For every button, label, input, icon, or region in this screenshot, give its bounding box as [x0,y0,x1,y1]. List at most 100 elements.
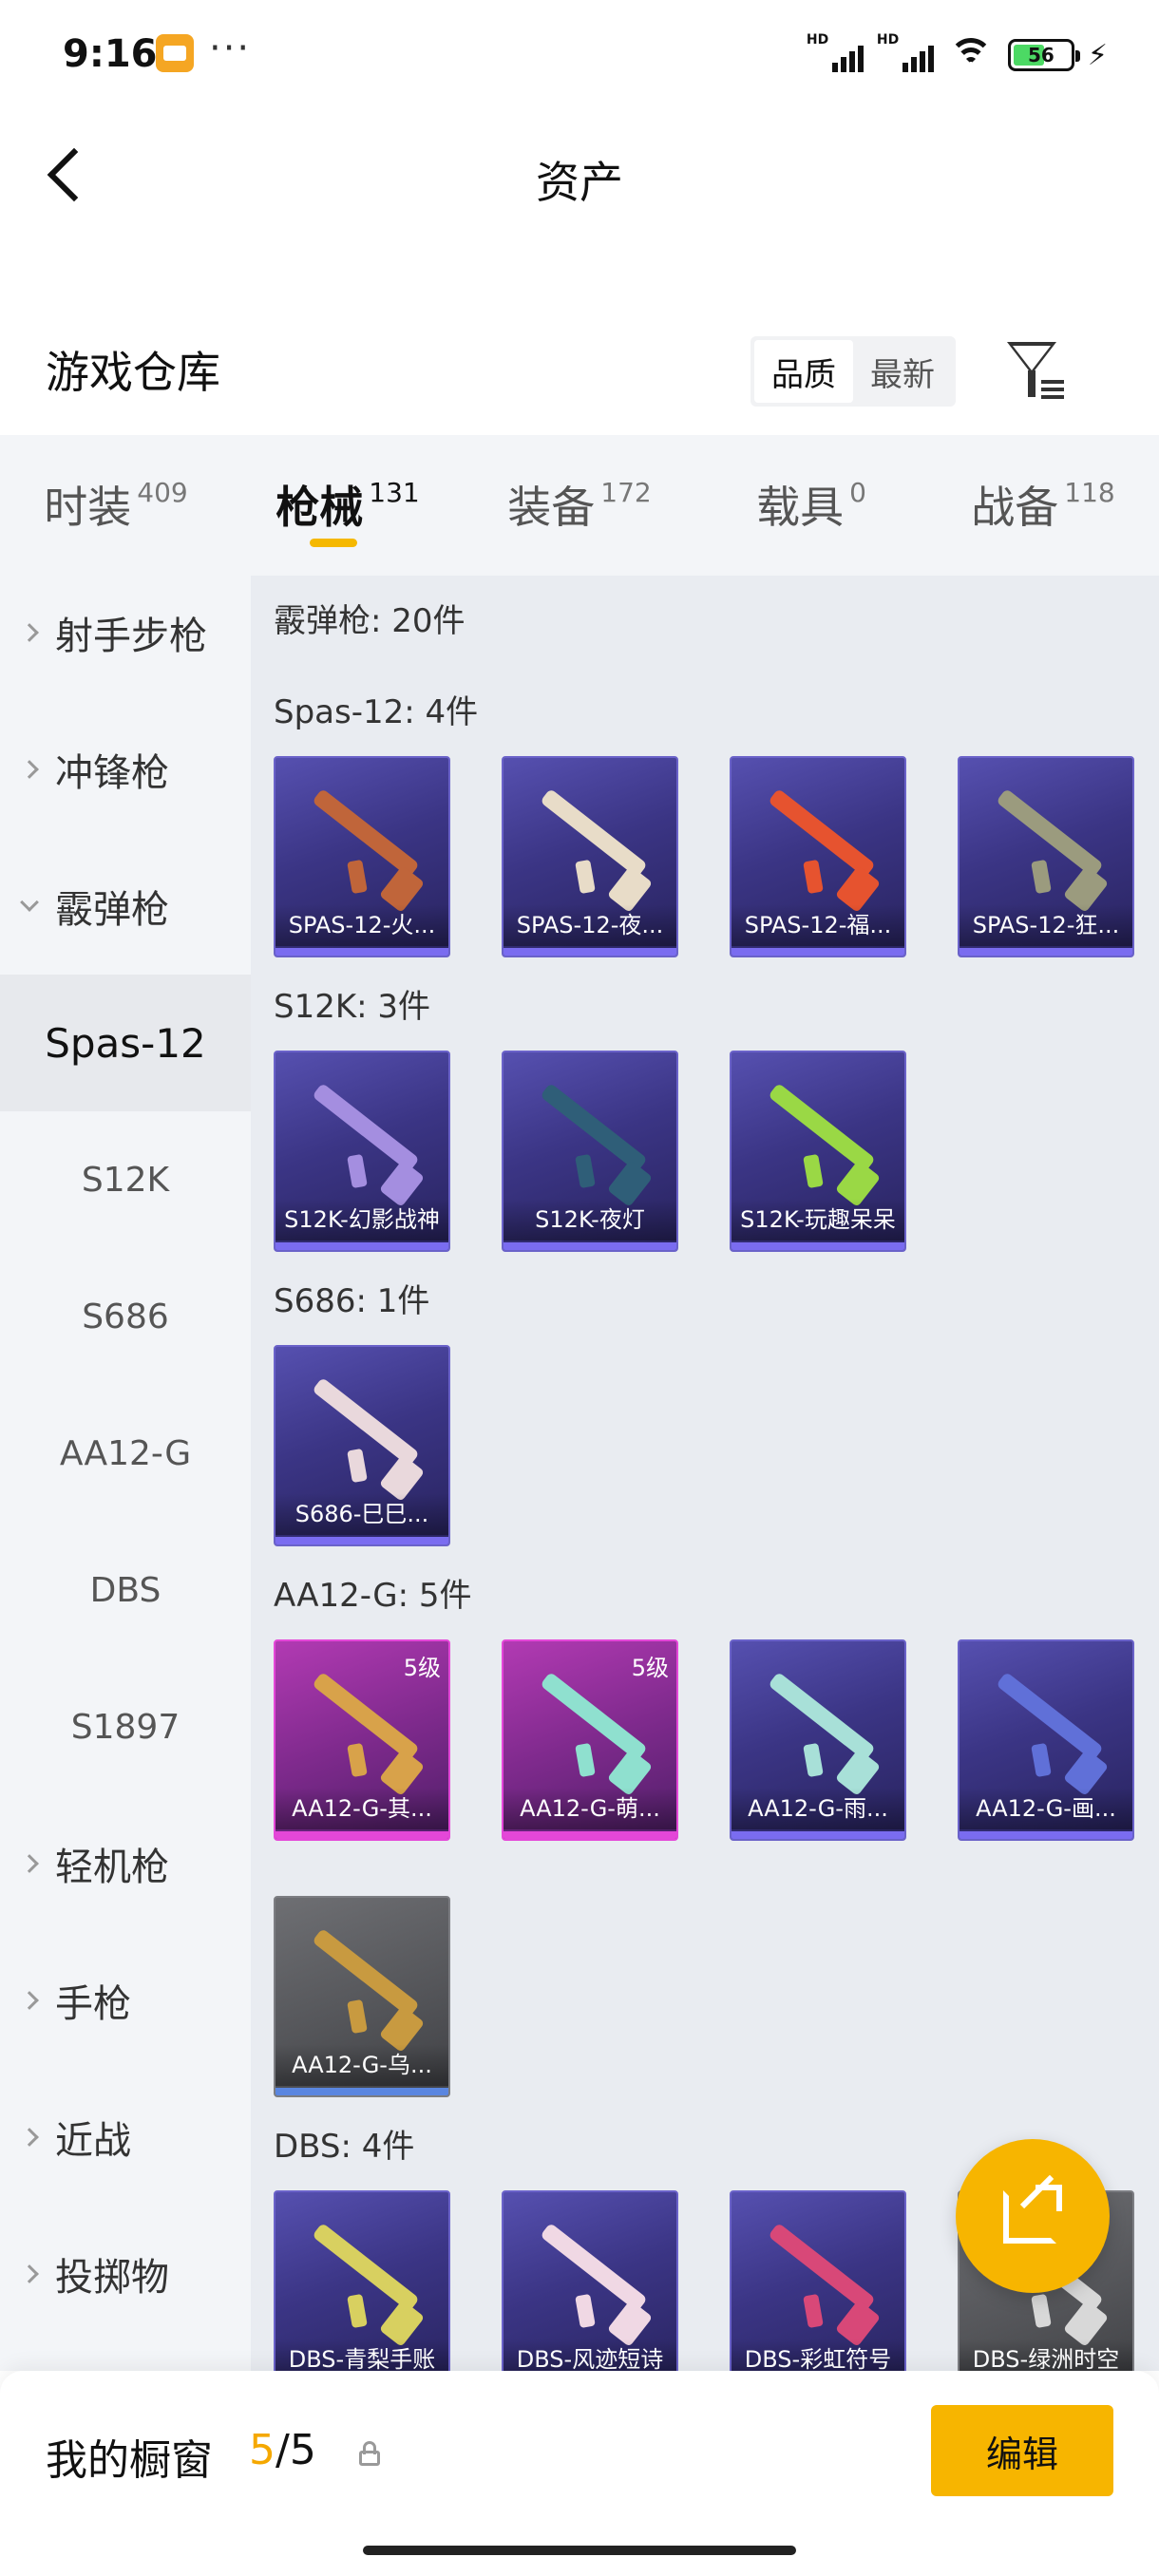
showcase-total: 5 [289,2426,316,2474]
weapon-image [540,2222,648,2313]
tab-count: 131 [369,477,420,508]
weapon-skin-card[interactable]: DBS-彩虹符号 [730,2190,906,2371]
sidebar-item[interactable]: S686 [0,1248,251,1385]
battery-level: 56 [1028,44,1054,66]
weapon-image [312,1927,420,2018]
active-tab-indicator [310,539,357,547]
tab-equipment[interactable]: 装备 172 [464,435,695,576]
more-notifications-icon: ··· [209,27,252,70]
tab-count: 0 [849,477,866,508]
sidebar-item[interactable]: S12K [0,1111,251,1248]
weapon-skin-card[interactable]: AA12-G-雨... [730,1639,906,1841]
weapon-image [312,1082,420,1173]
weapon-skin-name: AA12-G-其... [276,1788,448,1829]
sidebar-item-label: S12K [81,1160,170,1200]
weapon-skin-name: SPAS-12-福... [732,904,904,946]
warehouse-title: 游戏仓库 [46,347,220,398]
sidebar-item[interactable]: 投掷物 [0,2206,251,2342]
sidebar-item[interactable]: 轻机枪 [0,1795,251,1932]
weapon-skin-card[interactable]: AA12-G-画... [958,1639,1134,1841]
sidebar-item-label: S1897 [70,1707,180,1747]
status-bar: 9:16 ··· HD HD 56 ⚡ [0,0,1159,114]
rarity-bar [276,1242,448,1250]
sort-option-newest[interactable]: 最新 [853,340,952,403]
weapon-skin-name: SPAS-12-狂... [960,904,1132,946]
wifi-icon [947,36,995,74]
tab-fashion[interactable]: 时装 409 [0,435,232,576]
weapon-image [768,1082,876,1173]
rarity-bar [732,1242,904,1250]
rarity-bar [504,948,676,956]
sidebar-item[interactable]: 近战 [0,2069,251,2206]
weapon-skin-card[interactable]: SPAS-12-火... [274,756,450,957]
weapon-skin-card[interactable]: SPAS-12-夜... [502,756,678,957]
weapon-level-badge: 5级 [631,1655,669,1681]
sidebar-item[interactable]: DBS [0,1522,251,1658]
weapon-skin-name: AA12-G-画... [960,1788,1132,1829]
weapon-image [312,1671,420,1762]
weapon-image [768,2222,876,2313]
sidebar-item-label: 近战 [55,2119,131,2163]
rarity-bar [276,1537,448,1544]
sort-option-quality[interactable]: 品质 [754,340,853,403]
weapon-image [312,2222,420,2313]
weapon-skin-card[interactable]: DBS-青梨手账 [274,2190,450,2371]
weapon-group-title: AA12-G: 5件 [274,1577,472,1615]
status-indicators: HD HD 56 ⚡ [807,32,1108,76]
weapon-skin-name: S686-巳巳... [276,1493,448,1535]
category-tabs: 时装 409 枪械 131 装备 172 载具 0 战备 118 [0,435,1159,576]
sidebar-item[interactable]: S1897 [0,1658,251,1795]
weapon-skin-card[interactable]: S12K-幻影战神 [274,1051,450,1252]
sidebar-item[interactable]: 射手步枪 [0,564,251,701]
app-notification-icon [156,34,194,72]
sidebar-item[interactable]: 冲锋枪 [0,701,251,838]
status-time: 9:16 [63,32,158,76]
sidebar-item[interactable]: 手枪 [0,1932,251,2069]
edit-button[interactable]: 编辑 [931,2405,1113,2496]
sidebar-item[interactable]: AA12-G [0,1385,251,1522]
weapon-skin-name: DBS-青梨手账 [276,2339,448,2371]
weapon-type-sidebar: 射手步枪 冲锋枪 霰弹枪 Spas-12 S12K S686 AA12-G DBS S1897 轻… [0,576,251,2371]
sidebar-item-label: Spas-12 [45,1019,206,1067]
weapon-skin-card[interactable]: SPAS-12-狂... [958,756,1134,957]
page-title: 资产 [536,157,623,208]
tab-vehicles[interactable]: 载具 0 [695,435,927,576]
weapon-skin-name: DBS-彩虹符号 [732,2339,904,2371]
warehouse-header: 游戏仓库 品质 最新 [0,304,1159,437]
weapon-skin-card[interactable]: 5级 AA12-G-萌... [502,1639,678,1841]
weapon-group-title: S12K: 3件 [274,988,431,1026]
weapon-skin-name: S12K-夜灯 [504,1199,676,1241]
showcase-separator: / [276,2426,290,2474]
tab-supplies[interactable]: 战备 118 [927,435,1159,576]
weapon-skin-card[interactable]: SPAS-12-福... [730,756,906,957]
weapon-group-title: DBS: 4件 [274,2128,415,2166]
weapon-skin-card[interactable]: AA12-G-乌... [274,1896,450,2097]
weapon-image [768,1671,876,1762]
showcase-current: 5 [249,2426,276,2474]
rarity-bar [276,948,448,956]
weapon-skin-card[interactable]: DBS-风迹短诗 [502,2190,678,2371]
weapon-skin-name: DBS-绿洲时空 [960,2339,1132,2371]
share-button[interactable] [956,2139,1110,2293]
weapon-skin-card[interactable]: S686-巳巳... [274,1345,450,1546]
sidebar-item[interactable]: 霰弹枪 [0,838,251,975]
tab-firearms[interactable]: 枪械 131 [232,435,464,576]
weapon-image [996,1671,1104,1762]
chevron-right-icon [20,623,39,642]
lock-icon [357,2441,382,2466]
sidebar-item[interactable]: Spas-12 [0,975,251,1111]
weapon-skin-card[interactable]: S12K-玩趣呆呆 [730,1051,906,1252]
weapon-skin-card[interactable]: 5级 AA12-G-其... [274,1639,450,1841]
rarity-bar [276,1831,448,1839]
showcase-count: 5/5 [249,2426,316,2474]
sidebar-item-label: 投掷物 [55,2256,169,2300]
weapon-grid: 霰弹枪: 20件 Spas-12: 4件 SPAS-12-火... SPAS-12-夜… [251,576,1159,2371]
home-indicator [363,2546,796,2555]
battery-icon: 56 [1007,39,1080,71]
weapon-image [540,1082,648,1173]
weapon-skin-name: DBS-风迹短诗 [504,2339,676,2371]
filter-icon[interactable] [1005,342,1066,401]
weapon-skin-card[interactable]: S12K-夜灯 [502,1051,678,1252]
weapon-group-title: S686: 1件 [274,1282,430,1320]
tab-label: 载具 [756,482,845,533]
